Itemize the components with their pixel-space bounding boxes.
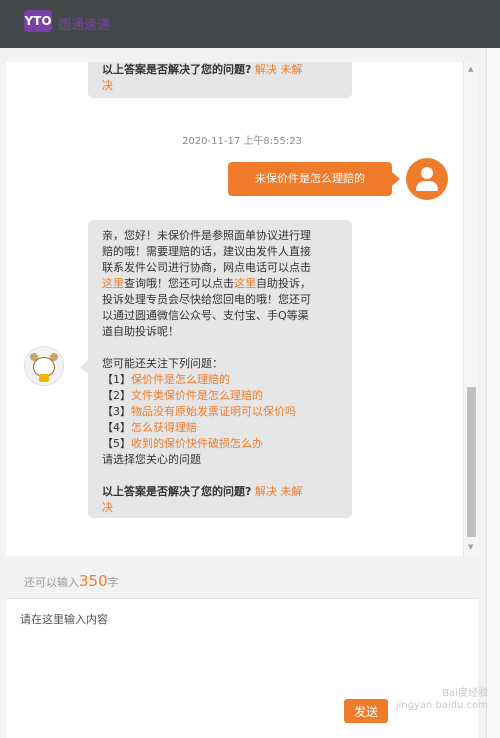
chat-panel: 以上答案是否解决了您的问题? 解决 未解 决 2020-11-17 上午8:55…	[6, 62, 478, 556]
related-item[interactable]: 【5】收到的保价快件破损怎么办	[102, 436, 338, 452]
choose-prompt: 请选择您关心的问题	[102, 453, 201, 466]
message-input[interactable]	[20, 611, 460, 691]
scroll-down-arrow-icon[interactable]: ▼	[468, 543, 473, 551]
related-item[interactable]: 【4】怎么获得理赔	[102, 420, 338, 436]
watermark: Bai度经验 jingyan.baidu.com	[395, 688, 488, 711]
feedback-no-link[interactable]: 未解	[280, 63, 302, 76]
related-item[interactable]: 【3】物品没有原始发票证明可以保价吗	[102, 404, 338, 420]
yto-logo-icon: YTO	[24, 10, 52, 32]
answer-line: 这里查询哦！您还可以点击这里自助投诉，	[102, 277, 311, 290]
bot-feedback-bubble: 以上答案是否解决了您的问题? 解决 未解 决	[88, 62, 352, 98]
remaining-count: 350	[79, 572, 108, 590]
answer-line: 以通过圆通微信公众号、支付宝、手Q等渠	[102, 309, 309, 322]
scroll-up-arrow-icon[interactable]: ▲	[468, 65, 473, 73]
user-avatar-icon	[406, 158, 448, 200]
feedback-no-link-tail[interactable]: 决	[102, 79, 113, 92]
feedback-yes-link[interactable]: 解决	[255, 63, 277, 76]
feedback-no-link[interactable]: 未解	[280, 485, 302, 498]
related-item[interactable]: 【1】保价件是怎么理赔的	[102, 372, 338, 388]
feedback-question: 以上答案是否解决了您的问题?	[102, 63, 252, 76]
answer-line: 道自助投诉呢！	[102, 325, 179, 338]
page-scroll-strip	[486, 48, 500, 738]
brand-name: 圆通速递	[58, 18, 111, 33]
feedback-question: 以上答案是否解决了您的问题?	[102, 485, 252, 498]
related-item[interactable]: 【2】文件类保价件是怎么理赔的	[102, 388, 338, 404]
feedback-yes-link[interactable]: 解决	[255, 485, 277, 498]
send-button[interactable]: 发送	[344, 699, 388, 723]
message-timestamp: 2020-11-17 上午8:55:23	[182, 136, 302, 147]
user-message-bubble: 未保价件是怎么理赔的	[228, 162, 400, 196]
char-counter: 还可以输入350字	[24, 572, 119, 590]
answer-line: 赔的哦！需要理赔的话，建议由发件人直接	[102, 245, 311, 258]
answer-line: 联系发件公司进行协商，网点电话可以点击	[102, 261, 311, 274]
lookup-phone-link[interactable]: 这里	[102, 277, 124, 290]
related-title: 您可能还关注下列问题：	[102, 357, 223, 370]
complaint-link[interactable]: 这里	[234, 277, 256, 290]
answer-line: 投诉处理专员会尽快给您回电的哦！您还可	[102, 293, 311, 306]
scroll-thumb[interactable]	[467, 387, 476, 537]
answer-line: 亲，您好！未保价件是参照面单协议进行理	[102, 229, 311, 242]
top-bar: YTO 圆通速递	[0, 0, 500, 48]
bot-answer-bubble: 亲，您好！未保价件是参照面单协议进行理 赔的哦！需要理赔的话，建议由发件人直接 …	[80, 220, 352, 518]
mascot-avatar-icon	[24, 346, 64, 386]
feedback-no-link-tail[interactable]: 决	[102, 501, 113, 514]
chat-scrollbar[interactable]: ▲ ▼	[463, 62, 478, 556]
